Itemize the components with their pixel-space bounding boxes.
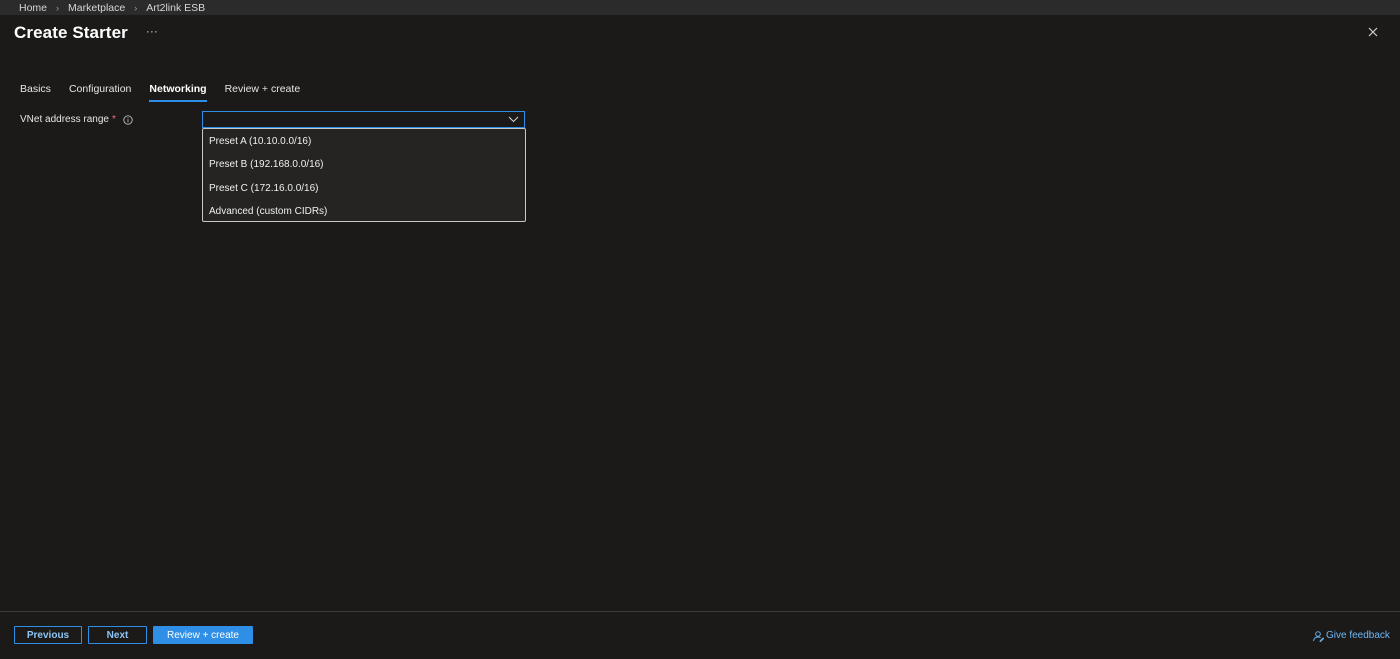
next-button[interactable]: Next (88, 626, 147, 644)
vnet-label-text: VNet address range (20, 114, 109, 125)
tab-basics[interactable]: Basics (20, 82, 51, 102)
feedback-icon (1313, 630, 1324, 642)
page-title: Create Starter (14, 23, 128, 42)
previous-button[interactable]: Previous (14, 626, 82, 644)
give-feedback-link[interactable]: Give feedback (1312, 629, 1390, 642)
wizard-tabs: Basics Configuration Networking Review +… (20, 82, 318, 102)
review-create-button[interactable]: Review + create (153, 626, 253, 644)
breadcrumb-separator: › (134, 2, 138, 13)
vnet-address-range-select[interactable] (202, 111, 525, 128)
dropdown-option-preset-a[interactable]: Preset A (10.10.0.0/16) (203, 130, 525, 153)
vnet-address-range-label: VNet address range * (20, 114, 133, 125)
breadcrumb-marketplace[interactable]: Marketplace (68, 2, 125, 14)
breadcrumb-home[interactable]: Home (19, 2, 47, 14)
tab-review-create[interactable]: Review + create (225, 82, 301, 102)
vnet-address-range-dropdown: Preset A (10.10.0.0/16) Preset B (192.16… (202, 128, 526, 222)
close-icon (1368, 27, 1378, 37)
chevron-down-icon (508, 116, 519, 123)
breadcrumb: Home › Marketplace › Art2link ESB (0, 0, 1400, 15)
footer-divider (0, 611, 1400, 612)
tab-networking[interactable]: Networking (149, 82, 207, 102)
close-button[interactable] (1366, 25, 1380, 39)
give-feedback-label: Give feedback (1326, 630, 1390, 641)
more-options-button[interactable]: ··· (146, 25, 158, 37)
info-icon[interactable] (123, 114, 133, 125)
breadcrumb-art2link-esb[interactable]: Art2link ESB (146, 2, 205, 14)
breadcrumb-separator: › (56, 2, 60, 13)
footer-actions: Previous Next Review + create (14, 626, 253, 644)
dropdown-option-preset-c[interactable]: Preset C (172.16.0.0/16) (203, 177, 525, 200)
dropdown-option-preset-b[interactable]: Preset B (192.168.0.0/16) (203, 153, 525, 176)
dropdown-option-advanced[interactable]: Advanced (custom CIDRs) (203, 200, 525, 223)
required-marker: * (111, 114, 116, 125)
tab-configuration[interactable]: Configuration (69, 82, 131, 102)
title-row: Create Starter ··· (14, 20, 158, 46)
